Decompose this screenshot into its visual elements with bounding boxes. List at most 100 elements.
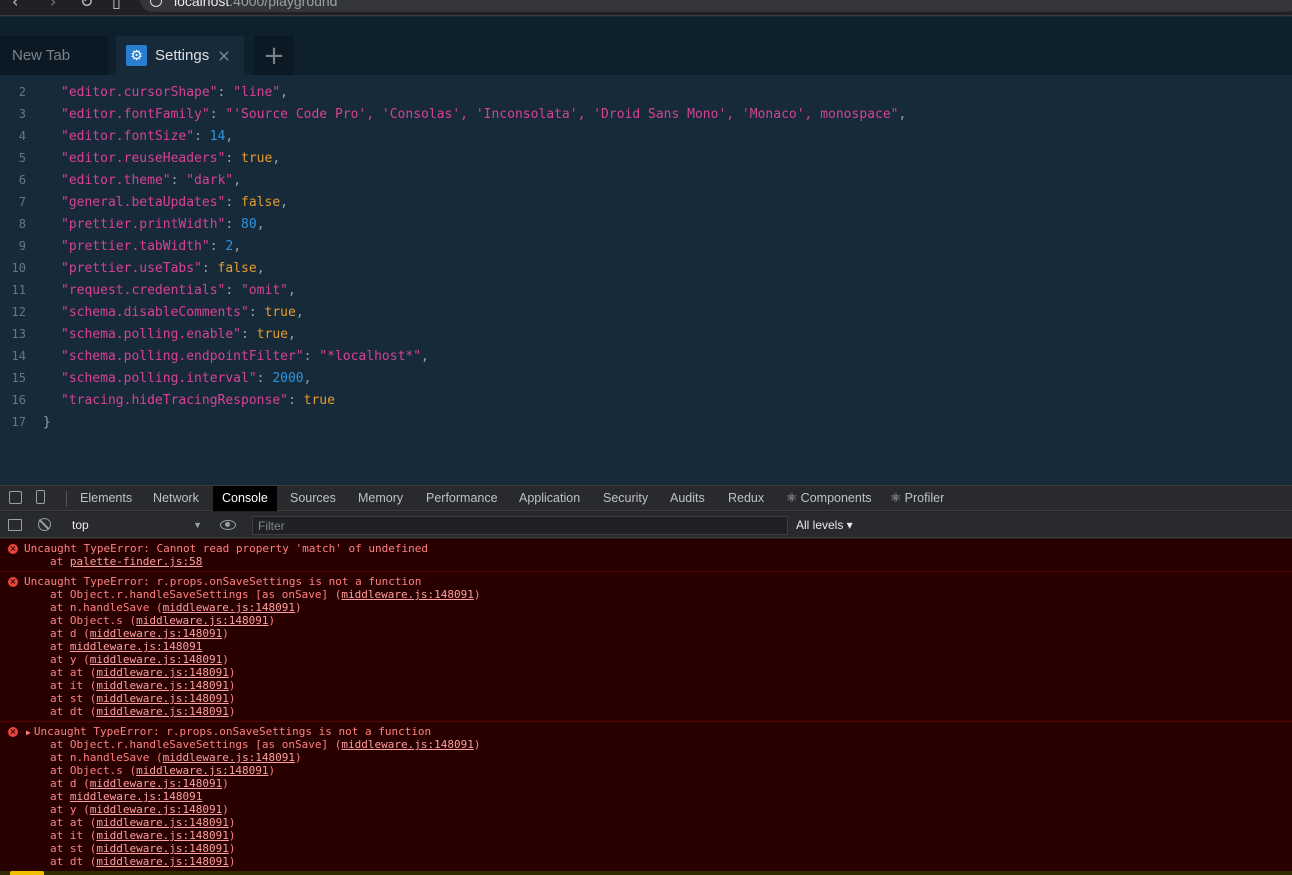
- live-expression-eye-icon[interactable]: [220, 520, 236, 530]
- source-link[interactable]: middleware.js:148091: [96, 679, 228, 692]
- code-line: 7 "general.betaUpdates": false,: [0, 191, 1292, 213]
- colon: :: [225, 217, 242, 232]
- address-bar[interactable]: localhost:4000/playground: [140, 0, 1292, 12]
- source-link[interactable]: middleware.js:148091: [341, 588, 473, 601]
- reload-icon[interactable]: ↻: [80, 0, 93, 11]
- forward-icon[interactable]: ›: [50, 0, 56, 11]
- setting-key: "general.betaUpdates": [61, 195, 226, 210]
- error-text: Uncaught TypeError: Cannot read property…: [24, 542, 428, 555]
- line-number: 2: [18, 85, 26, 99]
- inspect-element-icon[interactable]: [9, 491, 22, 504]
- frame-text: at st (: [50, 692, 97, 705]
- console-error-message[interactable]: × Uncaught TypeError: r.props.onSaveSetti…: [0, 572, 1292, 722]
- frame-text: at: [50, 555, 70, 568]
- playground-tab-bar: New Tab ⚙ Settings × +: [0, 17, 1292, 75]
- source-link[interactable]: middleware.js:148091: [96, 666, 228, 679]
- devtools-tab-network[interactable]: Network: [144, 486, 208, 511]
- log-levels-select[interactable]: All levels ▾: [796, 516, 853, 534]
- code-line: 9 "prettier.tabWidth": 2,: [0, 235, 1292, 257]
- console-error-message[interactable]: × Uncaught TypeError: Cannot read propert…: [0, 539, 1292, 572]
- devtools-tab-profiler[interactable]: ⚛ Profiler: [881, 486, 953, 511]
- colon: :: [209, 107, 226, 122]
- colon: :: [256, 371, 273, 386]
- sidebar-toggle-icon[interactable]: [8, 519, 22, 531]
- source-link[interactable]: middleware.js:148091: [136, 614, 268, 627]
- devtools-tab-audits[interactable]: Audits: [661, 486, 714, 511]
- source-link[interactable]: middleware.js:148091: [96, 842, 228, 855]
- devtools-panel: Elements Network Console Sources Memory Perfo…: [0, 485, 1292, 875]
- error-title: Uncaught TypeError: Cannot read property…: [0, 542, 1292, 555]
- source-link[interactable]: palette-finder.js:58: [70, 555, 202, 568]
- frame-text: at dt (: [50, 855, 97, 868]
- url-text[interactable]: localhost:4000/playground: [174, 0, 337, 9]
- expand-arrow-icon[interactable]: ▶: [26, 728, 31, 737]
- source-link[interactable]: middleware.js:148091: [90, 653, 222, 666]
- devtools-tab-application[interactable]: Application: [510, 486, 589, 511]
- setting-value: true: [241, 151, 273, 166]
- divider: [66, 491, 67, 507]
- devtools-tab-redux[interactable]: Redux: [719, 486, 773, 511]
- devtools-tab-security[interactable]: Security: [594, 486, 657, 511]
- source-link[interactable]: middleware.js:148091: [96, 705, 228, 718]
- code-line: 16 "tracing.hideTracingResponse": true: [0, 389, 1292, 411]
- error-icon: ×: [8, 577, 18, 587]
- source-link[interactable]: middleware.js:148091: [96, 855, 228, 868]
- warning-strip: [0, 871, 1292, 875]
- comma: ,: [225, 129, 234, 144]
- source-link[interactable]: middleware.js:148091: [136, 764, 268, 777]
- error-title: Uncaught TypeError: r.props.onSaveSettin…: [0, 575, 1292, 588]
- devtools-tab-console[interactable]: Console: [213, 486, 277, 511]
- tab-new-tab[interactable]: New Tab: [0, 36, 108, 75]
- add-tab-button[interactable]: +: [254, 36, 294, 75]
- code-line: 5 "editor.reuseHeaders": true,: [0, 147, 1292, 169]
- device-toolbar-icon[interactable]: [36, 490, 45, 504]
- clear-console-icon[interactable]: [38, 518, 51, 531]
- error-text: Uncaught TypeError: r.props.onSaveSettin…: [33, 725, 432, 738]
- stack-frame: at Object.r.handleSaveSettings [as onSav…: [0, 738, 1292, 751]
- source-link[interactable]: middleware.js:148091: [163, 601, 295, 614]
- devtools-tab-memory[interactable]: Memory: [349, 486, 412, 511]
- site-info-icon[interactable]: [150, 0, 162, 7]
- code-line: 8 "prettier.printWidth": 80,: [0, 213, 1292, 235]
- frame-text: ): [295, 601, 302, 614]
- settings-editor[interactable]: 2 "editor.cursorShape": "line", 3 "editor.f…: [0, 75, 1292, 485]
- tab-settings[interactable]: ⚙ Settings ×: [116, 36, 244, 75]
- setting-value: true: [303, 393, 335, 408]
- error-icon: ×: [8, 727, 18, 737]
- filter-input[interactable]: [252, 516, 788, 535]
- devtools-tab-elements[interactable]: Elements: [71, 486, 141, 511]
- frame-text: ): [228, 705, 236, 718]
- source-link[interactable]: middleware.js:148091: [96, 816, 228, 829]
- context-select[interactable]: top ▼: [66, 516, 206, 534]
- source-link[interactable]: middleware.js:148091: [70, 640, 202, 653]
- comma: ,: [280, 195, 288, 210]
- line-number: 11: [11, 283, 26, 297]
- frame-text: ): [228, 666, 236, 679]
- code-line: 4 "editor.fontSize": 14,: [0, 125, 1292, 147]
- source-link[interactable]: middleware.js:148091: [90, 627, 222, 640]
- close-icon[interactable]: ×: [217, 46, 230, 65]
- source-link[interactable]: middleware.js:148091: [163, 751, 295, 764]
- setting-key: "editor.fontSize": [61, 129, 195, 144]
- bookmark-icon[interactable]: ▯: [112, 0, 121, 11]
- frame-text: ): [473, 738, 481, 751]
- source-link[interactable]: middleware.js:148091: [70, 790, 202, 803]
- code-line: 6 "editor.theme": "dark",: [0, 169, 1292, 191]
- source-link[interactable]: middleware.js:148091: [90, 803, 222, 816]
- source-link[interactable]: middleware.js:148091: [96, 829, 228, 842]
- comma: ,: [295, 305, 304, 320]
- devtools-tab-performance[interactable]: Performance: [417, 486, 507, 511]
- frame-text: ): [228, 692, 236, 705]
- frame-text: at st (: [50, 842, 97, 855]
- warning-badge[interactable]: [10, 871, 44, 875]
- setting-key: "editor.theme": [61, 173, 171, 188]
- devtools-tab-sources[interactable]: Sources: [281, 486, 345, 511]
- console-error-message[interactable]: × ▶ Uncaught TypeError: r.props.onSaveSett…: [0, 722, 1292, 872]
- back-icon[interactable]: ‹: [12, 0, 18, 11]
- dropdown-arrow-icon: ▼: [193, 520, 202, 530]
- source-link[interactable]: middleware.js:148091: [96, 692, 228, 705]
- line-number: 15: [11, 371, 26, 385]
- devtools-tab-components[interactable]: ⚛ Components: [777, 486, 881, 511]
- source-link[interactable]: middleware.js:148091: [90, 777, 222, 790]
- source-link[interactable]: middleware.js:148091: [341, 738, 473, 751]
